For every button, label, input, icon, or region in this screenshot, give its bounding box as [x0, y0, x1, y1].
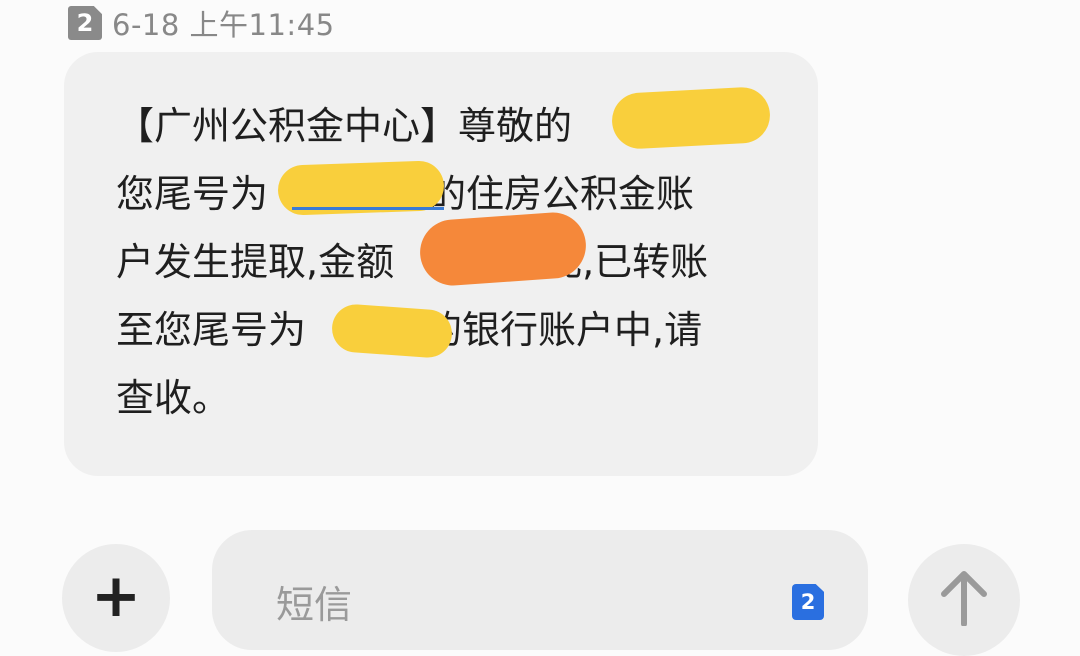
message-text-segment: 您尾号为	[116, 172, 269, 216]
message-meta: 2 6-18 上午11:45	[68, 4, 335, 42]
sms-input[interactable]: 短信 2	[212, 530, 868, 650]
redaction-mark	[417, 210, 589, 288]
message-text-segment: 查收。	[116, 376, 231, 420]
sim-card-icon[interactable]: 2	[792, 584, 824, 620]
message-line-5: 查收。	[116, 364, 776, 432]
add-attachment-button[interactable]: +	[62, 544, 170, 652]
message-timestamp: 6-18 上午11:45	[112, 8, 335, 42]
message-line-2: 您尾号为 的住房公积金账	[116, 160, 776, 228]
sim-card-icon: 2	[68, 6, 102, 40]
redaction-mark	[610, 85, 772, 151]
message-text-segment: 至您尾号为	[116, 308, 307, 352]
message-text-segment: 的银行账户中,请	[424, 308, 703, 352]
message-text-segment: 户发生提取,金额	[116, 240, 395, 284]
plus-icon: +	[90, 561, 142, 631]
redaction-mark	[330, 302, 454, 360]
sms-input-placeholder: 短信	[276, 583, 353, 627]
send-button[interactable]	[908, 544, 1020, 656]
link-underline	[292, 207, 444, 210]
arrow-up-icon	[941, 571, 987, 626]
message-text-segment: 【广州公积金中心】尊敬的	[116, 104, 573, 148]
message-text-segment: 的住房公积金账	[428, 172, 695, 216]
